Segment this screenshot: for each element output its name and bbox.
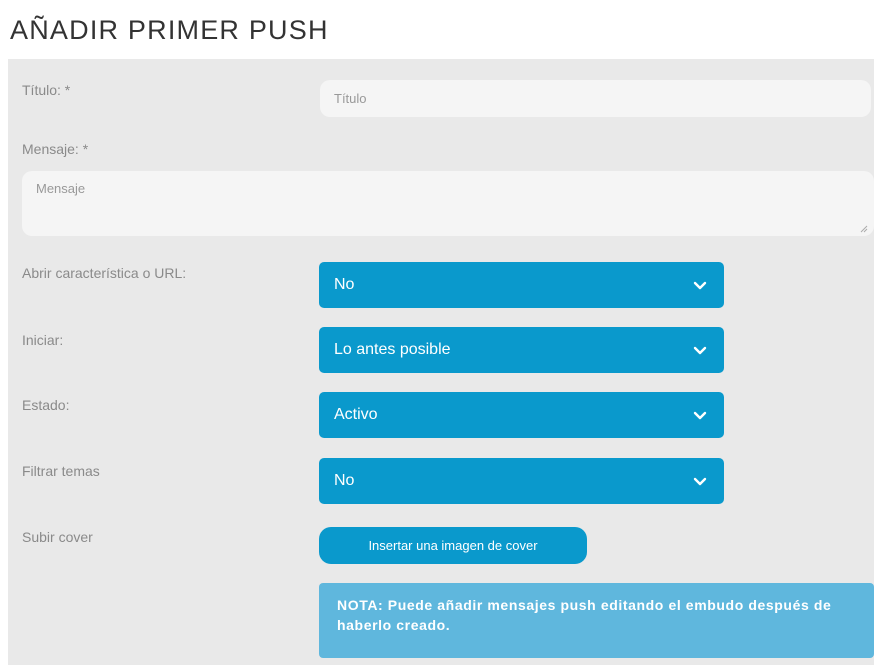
chevron-down-icon: [693, 411, 707, 420]
note-box: NOTA: Puede añadir mensajes push editand…: [319, 583, 874, 658]
filter-select[interactable]: No: [319, 458, 724, 504]
resize-grip-icon[interactable]: [860, 225, 868, 233]
start-select[interactable]: Lo antes posible: [319, 327, 724, 373]
chevron-down-icon: [693, 477, 707, 486]
page-title: AÑADIR PRIMER PUSH: [10, 15, 329, 45]
status-value: Activo: [334, 406, 378, 423]
filter-value: No: [334, 472, 355, 489]
cover-label: Subir cover: [22, 529, 93, 545]
status-select[interactable]: Activo: [319, 392, 724, 438]
push-form: Título: * Mensaje: * Abrir característic…: [8, 59, 874, 665]
open-feature-select[interactable]: No: [319, 262, 724, 308]
filter-label: Filtrar temas: [22, 463, 100, 479]
chevron-down-icon: [693, 346, 707, 355]
status-label: Estado:: [22, 397, 70, 413]
message-label: Mensaje: *: [22, 141, 89, 157]
open-feature-label: Abrir característica o URL:: [22, 265, 187, 281]
title-label: Título: *: [22, 82, 71, 98]
open-feature-value: No: [334, 276, 355, 293]
chevron-down-icon: [693, 281, 707, 290]
start-label: Iniciar:: [22, 332, 64, 348]
insert-cover-button[interactable]: Insertar una imagen de cover: [319, 527, 587, 564]
start-value: Lo antes posible: [334, 341, 451, 358]
message-textarea[interactable]: [22, 171, 874, 236]
title-input[interactable]: [320, 80, 871, 117]
